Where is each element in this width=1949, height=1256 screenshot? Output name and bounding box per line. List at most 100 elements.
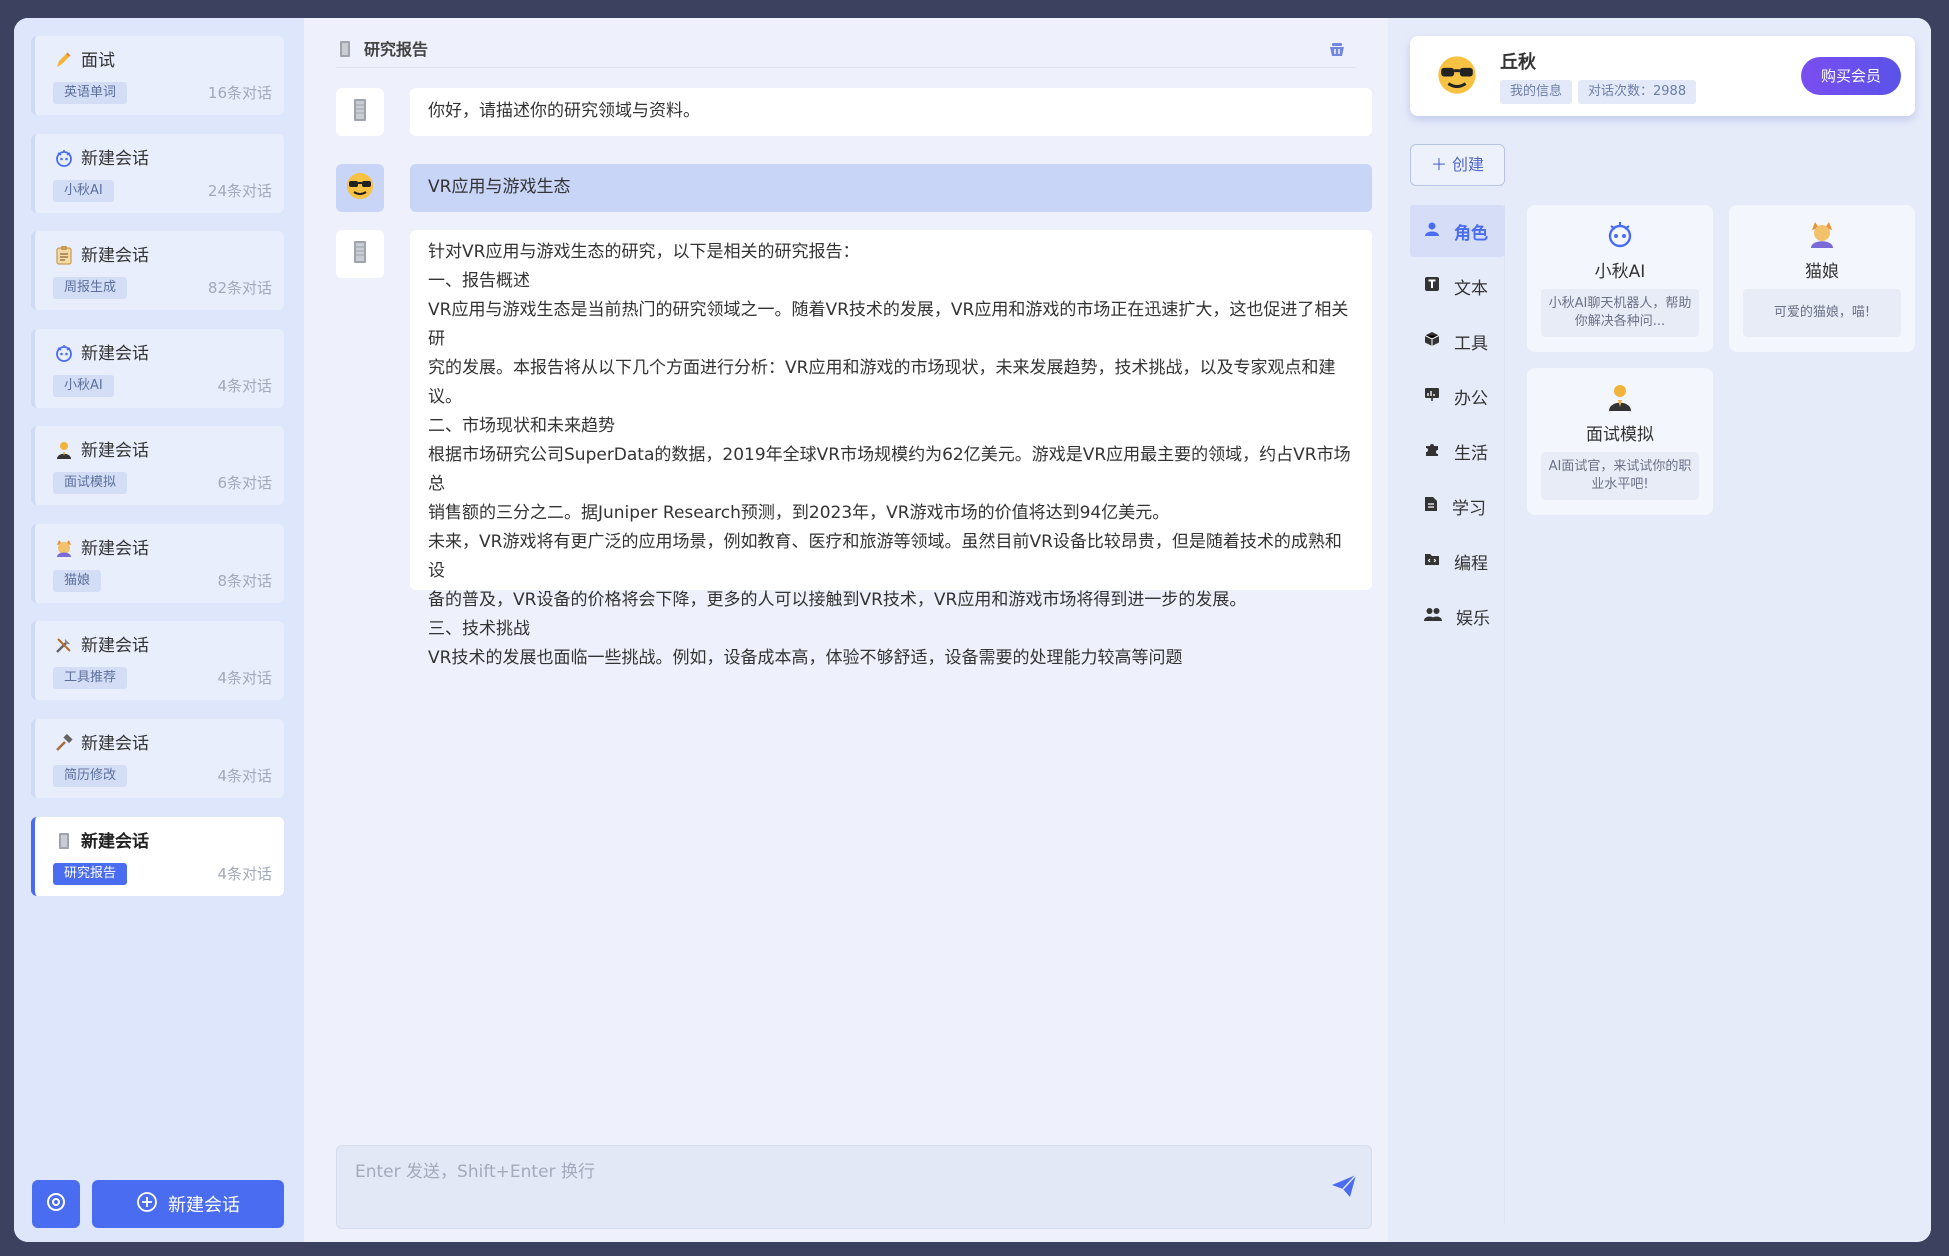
conversation-title: 新建会话 (81, 441, 149, 461)
message-line: 三、技术挑战 (428, 619, 530, 639)
chat-count-badge: 对话次数：2988 (1578, 80, 1697, 104)
conversation-title: 新建会话 (81, 539, 149, 559)
category-item-tools[interactable]: 工具 (1410, 315, 1505, 367)
send-icon[interactable] (1331, 1174, 1357, 1202)
conversation-count: 16条对话 (207, 84, 272, 102)
conversation-item[interactable]: 新建会话 简历修改 4条对话 (31, 719, 284, 798)
new-chat-button[interactable]: 新建会话 (92, 1180, 284, 1228)
report-icon (338, 40, 352, 62)
role-name: 面试模拟 (1586, 425, 1654, 445)
role-description: 小秋AI聊天机器人，帮助你解决各种问... (1541, 289, 1699, 337)
document-icon (1424, 496, 1438, 517)
message-input[interactable] (355, 1160, 1255, 1184)
sunglasses-face-icon (344, 170, 376, 206)
role-card[interactable]: 猫娘 可爱的猫娘，喵! (1729, 205, 1915, 352)
create-label: 创建 (1452, 155, 1485, 174)
interviewer-icon (53, 440, 75, 462)
role-description: 可爱的猫娘，喵! (1743, 289, 1901, 337)
report-icon (351, 97, 369, 127)
role-card[interactable]: 小秋AI 小秋AI聊天机器人，帮助你解决各种问... (1527, 205, 1713, 352)
role-name: 猫娘 (1805, 262, 1839, 282)
presentation-icon (1424, 386, 1440, 407)
conversation-tag: 简历修改 (53, 765, 128, 787)
writing-hand-icon (53, 50, 75, 72)
message-line: 备的普及，VR设备的价格将会下降，更多的人可以接触到VR技术，VR应用和游戏市场… (428, 590, 1247, 610)
conversation-tag: 面试模拟 (53, 472, 128, 494)
code-folder-icon (1424, 551, 1440, 572)
tools-icon (53, 635, 75, 657)
role-description: AI面试官，来试试你的职业水平吧! (1541, 452, 1699, 500)
cat-girl-icon (53, 538, 75, 560)
category-label: 角色 (1454, 223, 1488, 244)
conversation-count: 4条对话 (217, 377, 272, 395)
assistant-panel: 丘秋 我的信息 对话次数：2988 购买会员 ＋ 创建 角色 文本 工具 办公 … (1388, 18, 1931, 1242)
clear-chat-icon[interactable] (1328, 40, 1346, 62)
user-message: VR应用与游戏生态 (410, 164, 1372, 212)
assistant-message: 你好，请描述你的研究领域与资料。 (410, 88, 1372, 136)
message-text: VR应用与游戏生态 (428, 177, 571, 197)
conversation-count: 82条对话 (207, 279, 272, 297)
conversation-item[interactable]: 新建会话 周报生成 82条对话 (31, 231, 284, 310)
category-label: 编程 (1454, 553, 1488, 574)
cube-icon (1424, 331, 1440, 352)
conversation-item-active[interactable]: 新建会话 研究报告 4条对话 (31, 817, 284, 896)
category-item-text[interactable]: 文本 (1410, 260, 1505, 312)
category-item-coding[interactable]: 编程 (1410, 535, 1505, 587)
message-composer (336, 1145, 1372, 1229)
conversation-item[interactable]: 新建会话 小秋AI 4条对话 (31, 329, 284, 408)
chat-header: 研究报告 (336, 30, 1356, 68)
robot-icon (1605, 219, 1635, 253)
profile-card: 丘秋 我的信息 对话次数：2988 购买会员 (1410, 36, 1915, 116)
cat-girl-icon (1807, 219, 1837, 253)
clipboard-icon (53, 245, 75, 267)
message-line: 二、市场现状和未来趋势 (428, 416, 615, 436)
create-button[interactable]: ＋ 创建 (1410, 144, 1505, 186)
category-label: 生活 (1454, 443, 1488, 464)
conversation-title: 新建会话 (81, 246, 149, 266)
category-item-life[interactable]: 生活 (1410, 425, 1505, 477)
plus-circle-icon (136, 1191, 158, 1218)
category-item-entertainment[interactable]: 娱乐 (1410, 590, 1505, 642)
conversation-title: 新建会话 (81, 832, 149, 852)
conversation-item[interactable]: 新建会话 面试模拟 6条对话 (31, 426, 284, 505)
message-line: 销售额的三分之二。据Juniper Research预测，到2023年，VR游戏… (428, 503, 1170, 523)
conversation-count: 24条对话 (207, 182, 272, 200)
conversation-item[interactable]: 新建会话 小秋AI 24条对话 (31, 134, 284, 213)
role-card[interactable]: 面试模拟 AI面试官，来试试你的职业水平吧! (1527, 368, 1713, 515)
message-line: 未来，VR游戏将有更广泛的应用场景，例如教育、医疗和旅游等领域。虽然目前VR设备… (428, 532, 1342, 581)
conversation-item[interactable]: 新建会话 工具推荐 4条对话 (31, 621, 284, 700)
category-item-study[interactable]: 学习 (1410, 480, 1505, 532)
report-icon (53, 831, 75, 853)
conversation-title: 面试 (81, 51, 115, 71)
conversation-tag: 工具推荐 (53, 667, 128, 689)
text-icon (1424, 276, 1440, 297)
user-avatar (336, 164, 384, 212)
chat-area: 研究报告 你好，请描述你的研究领域与资料。 VR应用与游戏生态 针对VR应用与游… (304, 18, 1388, 1242)
message-line: 针对VR应用与游戏生态的研究，以下是相关的研究报告： (428, 242, 860, 262)
assistant-avatar (336, 230, 384, 278)
buy-membership-button[interactable]: 购买会员 (1801, 57, 1901, 95)
assistant-message: 针对VR应用与游戏生态的研究，以下是相关的研究报告： 一、报告概述 VR应用与游… (410, 230, 1372, 668)
hammer-icon (53, 733, 75, 755)
gear-icon (44, 1190, 68, 1218)
conversation-count: 8条对话 (217, 572, 272, 590)
conversation-title: 新建会话 (81, 734, 149, 754)
conversation-item[interactable]: 面试 英语单词 16条对话 (31, 36, 284, 115)
conversation-item[interactable]: 新建会话 猫娘 8条对话 (31, 524, 284, 603)
category-label: 娱乐 (1456, 608, 1490, 629)
message-line: VR应用与游戏生态是当前热门的研究领域之一。随着VR技术的发展，VR应用和游戏的… (428, 300, 1349, 349)
settings-button[interactable] (32, 1180, 80, 1228)
robot-icon (53, 343, 75, 365)
category-item-office[interactable]: 办公 (1410, 370, 1505, 422)
message-line: 一、报告概述 (428, 271, 530, 291)
assistant-avatar (336, 88, 384, 136)
chat-title: 研究报告 (364, 40, 429, 59)
plus-icon: ＋ (1430, 155, 1447, 174)
message-line: VR技术的发展也面临一些挑战。例如，设备成本高，体验不够舒适，设备需要的处理能力… (428, 648, 1183, 668)
category-label: 办公 (1454, 388, 1488, 409)
report-icon (351, 239, 369, 269)
my-info-link[interactable]: 我的信息 (1500, 80, 1573, 104)
conversation-tag: 小秋AI (53, 180, 114, 202)
category-item-roles[interactable]: 角色 (1410, 205, 1505, 257)
puzzle-icon (1424, 441, 1440, 462)
